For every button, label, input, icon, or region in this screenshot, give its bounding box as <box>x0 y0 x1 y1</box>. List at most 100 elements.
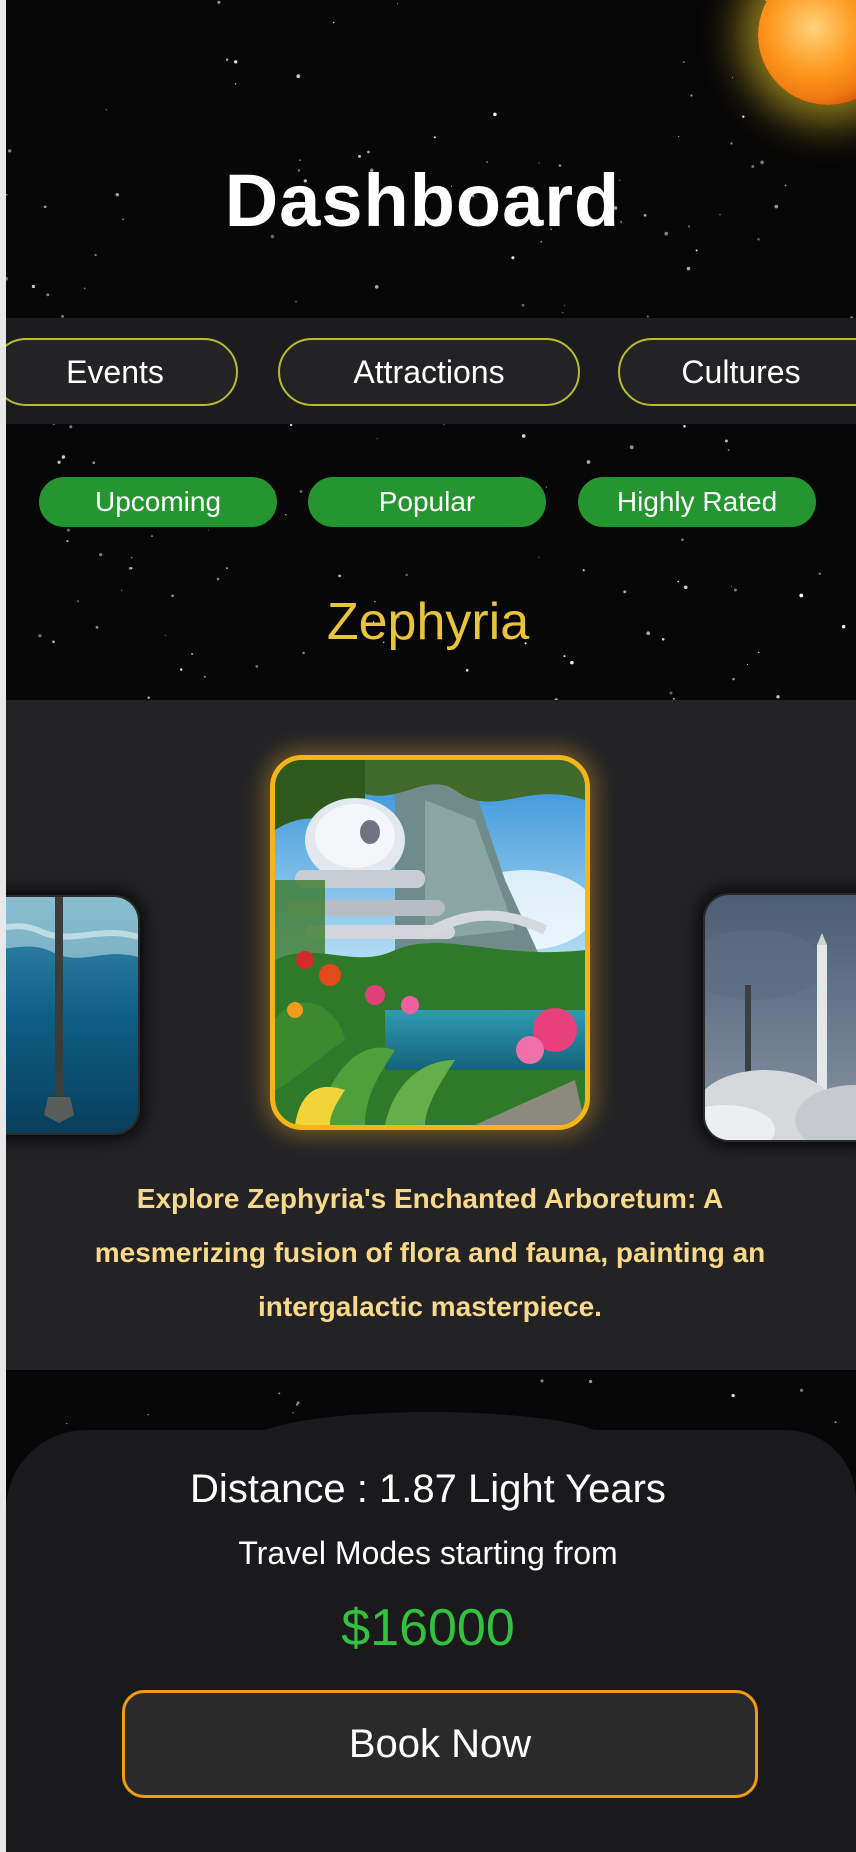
star <box>374 285 379 289</box>
star <box>397 3 399 5</box>
travel-modes-text: Travel Modes starting from <box>238 1535 618 1571</box>
star <box>538 556 540 559</box>
star <box>128 566 132 570</box>
star <box>545 486 548 488</box>
star <box>296 1401 300 1405</box>
star <box>94 253 97 257</box>
star <box>521 303 525 307</box>
star <box>511 256 515 260</box>
star <box>180 668 183 671</box>
star <box>742 115 745 118</box>
star <box>338 574 341 578</box>
star <box>226 567 228 569</box>
star <box>295 300 297 303</box>
star <box>521 434 526 438</box>
star <box>562 312 564 314</box>
filter-popular[interactable]: Popular <box>308 477 546 527</box>
star <box>225 58 229 61</box>
star <box>563 655 566 658</box>
sun-decoration <box>758 0 856 105</box>
tab-attractions[interactable]: Attractions <box>278 338 580 406</box>
star <box>216 577 220 581</box>
star <box>683 585 688 590</box>
book-now-button[interactable]: Book Now <box>122 1690 758 1798</box>
star <box>130 567 133 569</box>
star <box>296 74 301 79</box>
destination-description: Explore Zephyria's Enchanted Arboretum: … <box>94 1183 766 1322</box>
star <box>730 585 732 587</box>
star <box>586 460 591 464</box>
star <box>683 425 686 428</box>
star <box>105 109 107 111</box>
star <box>92 461 96 465</box>
star <box>332 21 335 24</box>
star <box>732 77 734 79</box>
star <box>66 540 69 543</box>
distance-text: Distance : 1.87 Light Years <box>190 1467 666 1511</box>
carousel-card-enchanted-arboretum[interactable] <box>270 755 590 1130</box>
star <box>433 136 436 139</box>
star <box>493 112 497 117</box>
star <box>299 490 303 493</box>
star <box>190 652 194 656</box>
star <box>151 535 153 537</box>
dashboard-screen: Dashboard Events Attractions Cultures Up… <box>0 0 856 1852</box>
left-edge-strip <box>0 0 6 1852</box>
star <box>31 284 35 289</box>
star <box>582 569 585 572</box>
star <box>66 1422 68 1425</box>
star <box>730 142 733 145</box>
star <box>695 249 698 252</box>
star <box>686 266 691 271</box>
star <box>669 691 673 695</box>
star <box>540 1379 544 1383</box>
star <box>588 1379 593 1384</box>
star <box>746 663 749 666</box>
star <box>677 580 680 583</box>
star <box>681 538 684 542</box>
star <box>799 1388 804 1393</box>
star <box>570 660 574 665</box>
star <box>731 1393 735 1398</box>
tab-cultures[interactable]: Cultures <box>618 338 856 406</box>
star <box>131 557 133 559</box>
star <box>776 695 780 699</box>
star <box>255 665 259 668</box>
star <box>69 425 73 429</box>
star <box>207 529 209 531</box>
filter-upcoming[interactable]: Upcoming <box>39 477 277 527</box>
star <box>120 589 123 592</box>
star <box>376 438 378 440</box>
star <box>405 573 408 577</box>
star <box>99 552 103 557</box>
star <box>443 424 445 426</box>
starting-price: $16000 <box>341 1599 515 1657</box>
star <box>465 668 469 672</box>
star <box>217 0 221 4</box>
tab-events[interactable]: Events <box>0 338 238 406</box>
star <box>61 455 66 459</box>
star <box>629 445 634 450</box>
star <box>727 448 730 452</box>
filter-highly-rated[interactable]: Highly Rated <box>578 477 816 527</box>
star <box>818 572 821 575</box>
star <box>147 696 150 699</box>
star <box>563 304 566 307</box>
star <box>292 1411 294 1414</box>
star <box>278 1392 281 1395</box>
star <box>147 1414 149 1416</box>
star <box>834 1421 837 1424</box>
star <box>83 287 86 290</box>
star <box>289 423 293 427</box>
star <box>203 675 206 678</box>
star <box>285 513 287 516</box>
rocket-launch-image <box>705 895 856 1140</box>
star <box>732 677 735 681</box>
star <box>682 61 685 64</box>
carousel-card-ocean-pier[interactable] <box>0 895 140 1135</box>
star <box>678 135 680 138</box>
star <box>690 94 693 97</box>
star <box>367 150 370 154</box>
carousel-card-rocket-launch[interactable] <box>703 893 856 1142</box>
star <box>302 651 305 655</box>
